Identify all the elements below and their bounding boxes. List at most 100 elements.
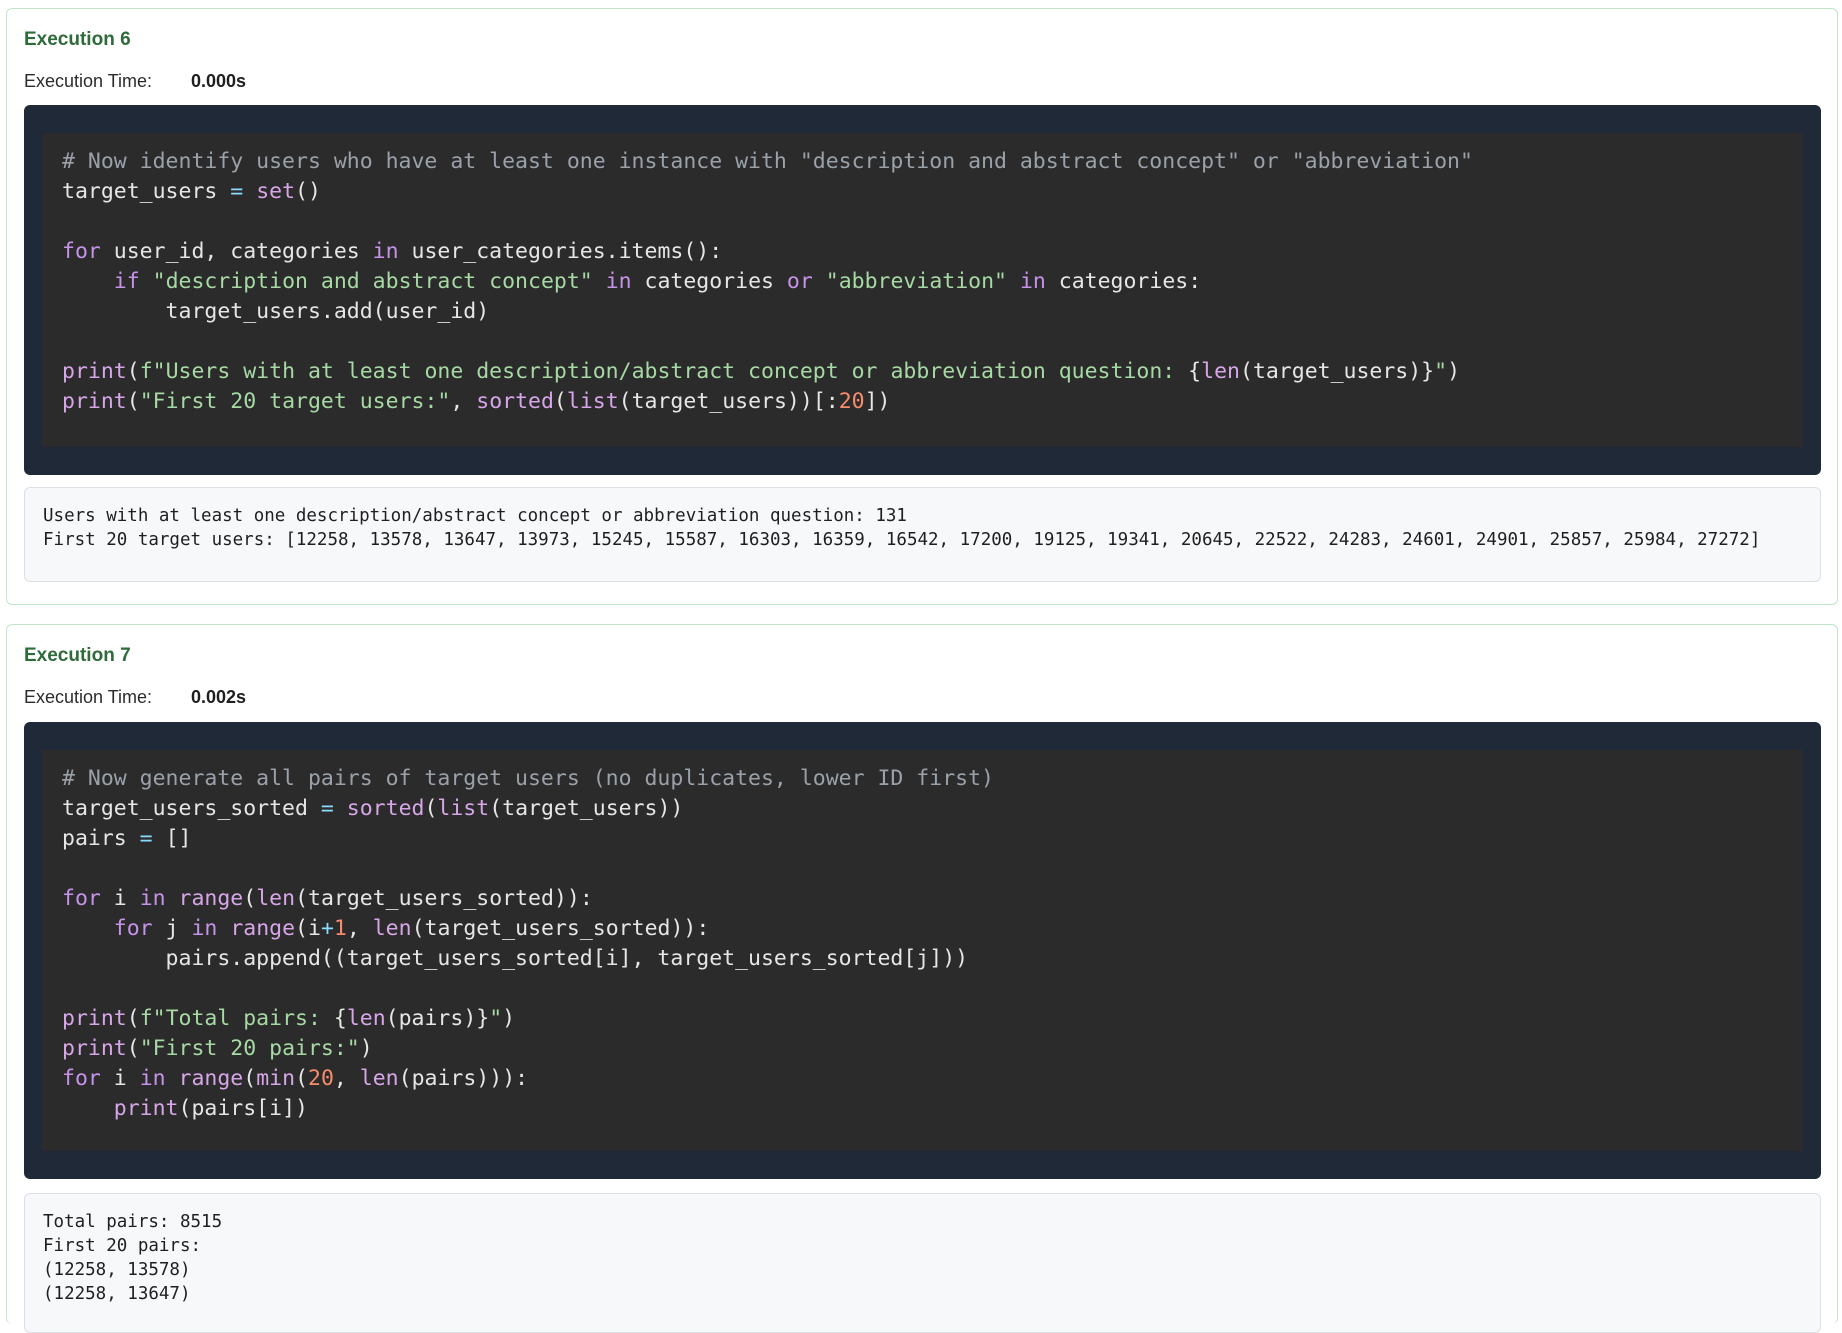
code-token: (target_users_sorted)): bbox=[295, 886, 593, 911]
execution-time-row: Execution Time: 0.002s bbox=[24, 687, 246, 708]
code-editor[interactable]: # Now identify users who have at least o… bbox=[42, 133, 1803, 447]
code-token: j bbox=[152, 916, 192, 941]
code-token: = bbox=[320, 796, 334, 821]
execution-title: Execution 6 bbox=[24, 29, 131, 50]
code-token: ) bbox=[359, 1036, 373, 1061]
code-token: or bbox=[786, 269, 813, 294]
code-token: set bbox=[256, 179, 296, 204]
code-token: ( bbox=[126, 1036, 140, 1061]
code-token: print bbox=[62, 1036, 127, 1061]
output-line: (12258, 13647) bbox=[43, 1284, 191, 1304]
code-token: in bbox=[191, 916, 218, 941]
code-line: print(f"Total pairs: {len(pairs)}") bbox=[62, 1004, 1783, 1034]
code-line: print("First 20 pairs:") bbox=[62, 1034, 1783, 1064]
code-token: ]) bbox=[864, 389, 891, 414]
code-token: (i bbox=[295, 916, 321, 941]
code-token: [] bbox=[152, 826, 192, 851]
code-token: (pairs)} bbox=[385, 1006, 490, 1031]
code-line: pairs = [] bbox=[62, 824, 1783, 854]
code-token: ( bbox=[126, 359, 140, 384]
code-token: for bbox=[62, 886, 101, 911]
code-token: (target_users_sorted)): bbox=[411, 916, 710, 941]
code-token: ( bbox=[243, 886, 257, 911]
execution-time-label: Execution Time: bbox=[24, 687, 153, 707]
code-token: (target_users))[: bbox=[618, 389, 839, 414]
code-token: in bbox=[139, 886, 166, 911]
code-token: " bbox=[1434, 359, 1448, 384]
code-line: for user_id, categories in user_categori… bbox=[62, 237, 1783, 267]
code-token: len bbox=[359, 1066, 399, 1091]
code-line: for i in range(min(20, len(pairs))): bbox=[62, 1064, 1783, 1094]
output-line: First 20 target users: [12258, 13578, 13… bbox=[43, 530, 1761, 550]
output-panel[interactable]: Users with at least one description/abst… bbox=[24, 487, 1821, 582]
code-token: ( bbox=[424, 796, 438, 821]
code-token: ( bbox=[553, 389, 567, 414]
code-line: if "description and abstract concept" in… bbox=[62, 267, 1783, 297]
code-token: ( bbox=[126, 389, 140, 414]
code-token: ( bbox=[243, 1066, 257, 1091]
code-token: = bbox=[139, 826, 153, 851]
code-token: ( bbox=[126, 1006, 140, 1031]
code-token: " bbox=[489, 1006, 503, 1031]
code-line: target_users_sorted = sorted(list(target… bbox=[62, 794, 1783, 824]
code-token: i bbox=[100, 1066, 140, 1091]
code-line: for j in range(i+1, len(target_users_sor… bbox=[62, 914, 1783, 944]
code-token: , bbox=[333, 1066, 360, 1091]
code-token: ( bbox=[295, 1066, 309, 1091]
code-token: i bbox=[100, 886, 140, 911]
code-token: # Now identify users who have at least o… bbox=[62, 149, 1473, 174]
code-token: sorted bbox=[346, 796, 425, 821]
code-token: for bbox=[62, 1066, 101, 1091]
code-token: # Now generate all pairs of target users… bbox=[62, 766, 994, 791]
code-token: print bbox=[62, 389, 127, 414]
code-editor[interactable]: # Now generate all pairs of target users… bbox=[42, 750, 1803, 1151]
code-token: { bbox=[333, 1006, 347, 1031]
code-token: in bbox=[139, 1066, 166, 1091]
code-token: ) bbox=[1447, 359, 1461, 384]
code-token: if bbox=[113, 269, 140, 294]
code-token: print bbox=[113, 1096, 179, 1121]
code-token: (pairs))): bbox=[398, 1066, 529, 1091]
code-token: (pairs[i]) bbox=[178, 1096, 308, 1121]
code-line: print(f"Users with at least one descript… bbox=[62, 357, 1783, 387]
code-token: in bbox=[605, 269, 632, 294]
execution-time-value: 0.000s bbox=[191, 71, 247, 91]
code-token: in bbox=[1019, 269, 1046, 294]
code-token: "abbreviation" bbox=[825, 269, 1007, 294]
code-token: user_id, categories bbox=[100, 239, 373, 264]
code-token: list bbox=[437, 796, 490, 821]
output-panel[interactable]: Total pairs: 8515 First 20 pairs: (12258, … bbox=[24, 1193, 1821, 1333]
output-line: (12258, 13578) bbox=[43, 1260, 191, 1280]
code-token: target_users bbox=[62, 179, 231, 204]
code-token: () bbox=[295, 179, 321, 204]
code-token: "First 20 target users:" bbox=[139, 389, 451, 414]
code-token: { bbox=[1188, 359, 1202, 384]
execution-time-label: Execution Time: bbox=[24, 71, 153, 91]
output-line: Users with at least one description/abst… bbox=[43, 506, 907, 526]
code-token: (target_users)) bbox=[489, 796, 684, 821]
code-block: # Now identify users who have at least o… bbox=[24, 105, 1821, 475]
code-token: in bbox=[372, 239, 399, 264]
code-block: # Now generate all pairs of target users… bbox=[24, 722, 1821, 1179]
code-token: len bbox=[346, 1006, 386, 1031]
code-token: , bbox=[450, 389, 477, 414]
output-line: Total pairs: 8515 bbox=[43, 1212, 223, 1232]
execution-time-row: Execution Time: 0.000s bbox=[24, 71, 246, 92]
code-token: categories: bbox=[1045, 269, 1202, 294]
code-token: range bbox=[178, 886, 244, 911]
code-token: print bbox=[62, 1006, 127, 1031]
execution-panel: Execution 7 Execution Time: 0.002s # Now … bbox=[6, 624, 1838, 1333]
